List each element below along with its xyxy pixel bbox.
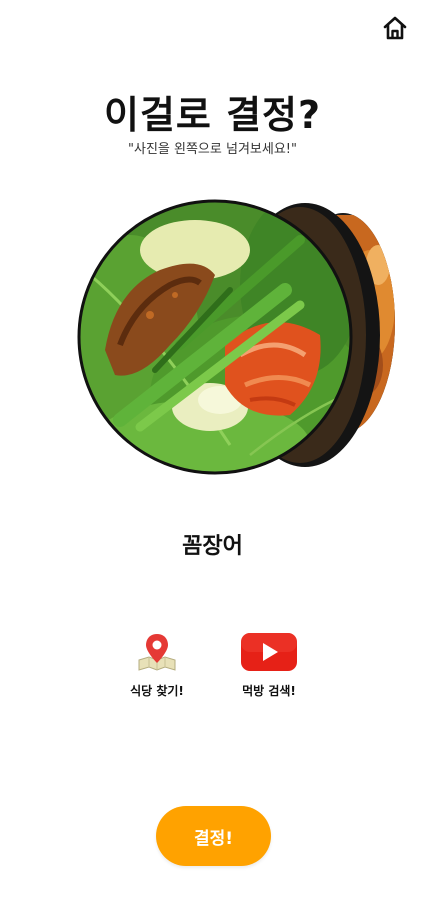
youtube-icon <box>241 633 297 671</box>
page-title: 이걸로 결정? <box>103 93 322 137</box>
swipe-hint: "사진을 왼쪽으로 넘겨보세요!" <box>128 142 297 157</box>
home-icon <box>383 16 407 40</box>
map-pin-icon <box>138 634 176 671</box>
mukbang-search-label: 먹방 검색! <box>242 684 296 698</box>
decide-button[interactable]: 결정! <box>156 806 271 866</box>
home-button[interactable] <box>381 14 409 42</box>
mukbang-search-button[interactable]: 먹방 검색! <box>219 630 319 699</box>
find-restaurant-label: 식당 찾기! <box>130 684 184 698</box>
photo-carousel[interactable] <box>0 195 425 495</box>
food-name: 꼼장어 <box>182 534 243 559</box>
find-restaurant-button[interactable]: 식당 찾기! <box>107 630 207 699</box>
